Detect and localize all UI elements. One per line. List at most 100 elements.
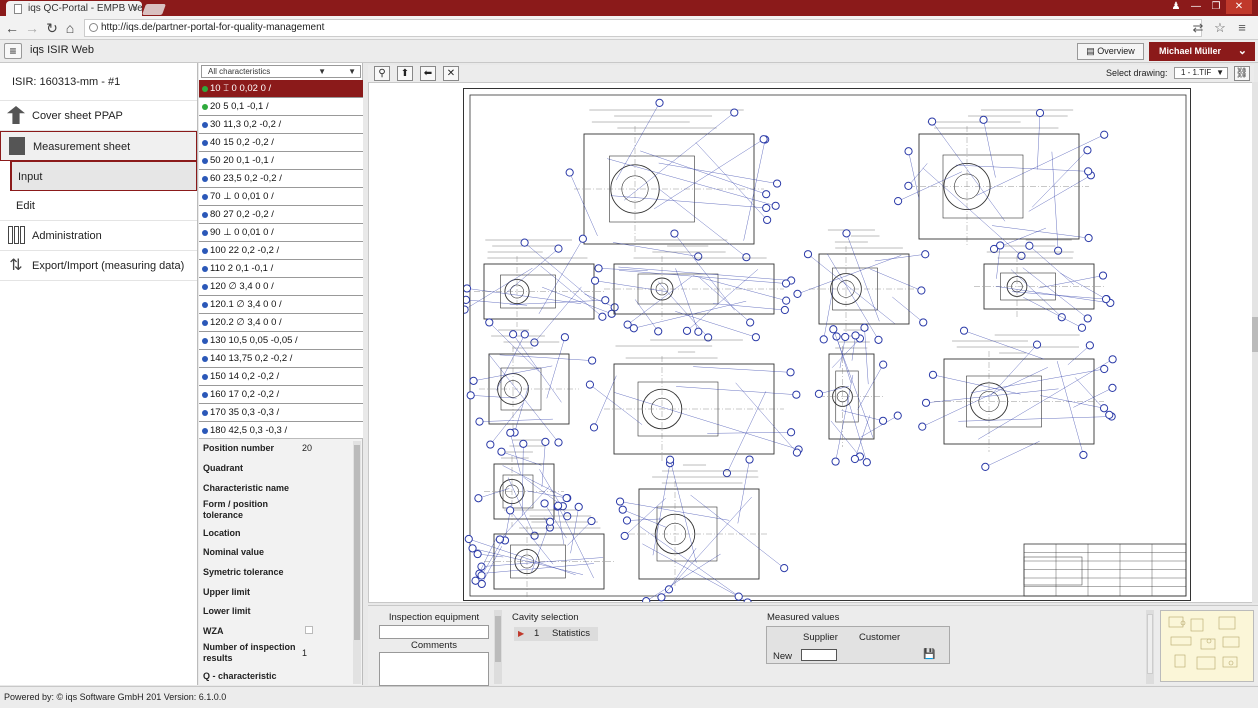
link-icon[interactable]: ⛓ xyxy=(1234,66,1250,81)
characteristic-item[interactable]: 120.1 ∅ 3,4 0 0 / xyxy=(199,296,363,314)
characteristic-item[interactable]: 130 10,5 0,05 -0,05 / xyxy=(199,332,363,350)
characteristic-item[interactable]: 40 15 0,2 -0,2 / xyxy=(199,134,363,152)
technical-drawing-sheet[interactable] xyxy=(463,88,1191,602)
bookmark-star-icon[interactable]: ☆ xyxy=(1212,20,1228,36)
cavity-number: 1 xyxy=(534,628,540,639)
user-menu-button[interactable]: Michael Müller ⌄ xyxy=(1149,42,1255,61)
characteristic-label: 120.2 ∅ 3,4 0 0 / xyxy=(210,317,282,328)
scrollbar-thumb[interactable] xyxy=(1252,317,1258,352)
arrow-left-icon[interactable]: ⬅ xyxy=(420,66,436,81)
characteristic-item[interactable]: 170 35 0,3 -0,3 / xyxy=(199,404,363,422)
translate-icon[interactable]: ⇄ xyxy=(1190,20,1206,36)
columns-icon xyxy=(6,226,26,246)
sidebar-item-measurement-sheet[interactable]: Measurement sheet xyxy=(0,131,197,161)
characteristics-panel: All characteristics ▼ ▼ 10 ⌶ 0 0,02 0 / 2… xyxy=(199,63,363,440)
characteristic-label: 90 ⊥ 0 0,01 0 / xyxy=(210,227,274,238)
characteristic-item[interactable]: 150 14 0,2 -0,2 / xyxy=(199,368,363,386)
user-icon[interactable]: ♟ xyxy=(1166,0,1186,14)
number-of-results-value: 1 xyxy=(302,648,308,658)
browser-tab-title: iqs QC-Portal - EMPB Web xyxy=(28,3,142,14)
hamburger-icon[interactable]: ≡ xyxy=(4,43,22,59)
browser-tab[interactable]: iqs QC-Portal - EMPB Web × xyxy=(6,1,142,16)
bottom-scrollbar[interactable] xyxy=(494,610,502,684)
characteristic-item[interactable]: 50 20 0,1 -0,1 / xyxy=(199,152,363,170)
forward-icon[interactable]: → xyxy=(24,20,40,36)
new-label: New xyxy=(773,651,793,662)
quadrant-label: Quadrant xyxy=(203,463,244,473)
characteristic-label: 70 ⊥ 0 0,01 0 / xyxy=(210,191,274,202)
browser-menu-icon[interactable]: ≡ xyxy=(1234,20,1250,36)
drawing-select[interactable]: 1 - 1.TIF ▼ xyxy=(1174,67,1228,79)
characteristic-item[interactable]: 60 23,5 0,2 -0,2 / xyxy=(199,170,363,188)
document-icon xyxy=(14,4,22,14)
status-dot-icon xyxy=(202,356,208,362)
close-tab-icon[interactable]: × xyxy=(132,1,138,16)
overview-button[interactable]: ▤ Overview xyxy=(1077,43,1144,60)
bottom-scrollbar-2[interactable] xyxy=(1146,610,1154,684)
filter-value: All characteristics xyxy=(208,67,271,76)
url-field[interactable]: http://iqs.de/partner-portal-for-quality… xyxy=(84,19,1202,37)
import-export-icon: ⇅ xyxy=(9,257,23,274)
characteristics-filter-select[interactable]: All characteristics ▼ ▼ xyxy=(201,65,361,78)
new-tab-button[interactable] xyxy=(141,4,167,15)
status-dot-icon xyxy=(202,302,208,308)
sidebar-item-input[interactable]: Input xyxy=(10,161,197,191)
drawing-scrollbar[interactable] xyxy=(1252,82,1258,603)
cavity-row[interactable]: ▶ 1 Statistics xyxy=(514,627,598,641)
caret-down-icon: ▼ xyxy=(318,67,326,76)
characteristic-item[interactable]: 70 ⊥ 0 0,01 0 / xyxy=(199,188,363,206)
minimize-icon[interactable]: — xyxy=(1186,0,1206,14)
characteristic-item[interactable]: 120.2 ∅ 3,4 0 0 / xyxy=(199,314,363,332)
scrollbar-thumb[interactable] xyxy=(1147,614,1153,674)
characteristic-item[interactable]: 20 5 0,1 -0,1 / xyxy=(199,98,363,116)
play-triangle-icon: ▶ xyxy=(518,629,525,638)
status-dot-icon xyxy=(202,230,208,236)
characteristic-item[interactable]: 140 13,75 0,2 -0,2 / xyxy=(199,350,363,368)
wza-checkbox[interactable] xyxy=(305,626,313,634)
characteristic-item[interactable]: 160 17 0,2 -0,2 / xyxy=(199,386,363,404)
sidebar-item-cover-sheet[interactable]: Cover sheet PPAP xyxy=(0,101,197,131)
bottom-panel: Inspection equipment Comments Cavity sel… xyxy=(368,605,1258,686)
characteristic-label: 160 17 0,2 -0,2 / xyxy=(210,389,280,400)
characteristic-label: 10 ⌶ 0 0,02 0 / xyxy=(210,83,272,94)
status-dot-icon xyxy=(202,140,208,146)
save-icon[interactable]: 💾 xyxy=(923,649,935,660)
scrollbar-thumb[interactable] xyxy=(354,445,360,640)
home-icon[interactable]: ⌂ xyxy=(62,20,78,36)
characteristic-label: 140 13,75 0,2 -0,2 / xyxy=(210,353,293,364)
new-value-input[interactable] xyxy=(801,649,837,661)
comments-label: Comments xyxy=(411,640,457,651)
characteristic-label: 120 ∅ 3,4 0 0 / xyxy=(210,281,274,292)
characteristic-item[interactable]: 10 ⌶ 0 0,02 0 / xyxy=(199,80,363,98)
zoom-icon[interactable]: ⚲ xyxy=(374,66,390,81)
back-icon[interactable]: ← xyxy=(4,20,20,36)
reload-icon[interactable]: ↻ xyxy=(44,20,60,36)
characteristic-item[interactable]: 100 22 0,2 -0,2 / xyxy=(199,242,363,260)
characteristic-label: 130 10,5 0,05 -0,05 / xyxy=(210,335,298,346)
position-number-label: Position number xyxy=(203,443,275,453)
characteristic-item[interactable]: 30 11,3 0,2 -0,2 / xyxy=(199,116,363,134)
close-icon[interactable]: ✕ xyxy=(443,66,459,81)
sidebar-item-edit[interactable]: Edit xyxy=(0,191,197,221)
cavity-selection: Cavity selection ▶ 1 Statistics xyxy=(510,608,760,684)
app-header: ≡ iqs ISIR Web ▤ Overview Michael Müller… xyxy=(0,40,1258,63)
characteristic-item[interactable]: 80 27 0,2 -0,2 / xyxy=(199,206,363,224)
drawing-viewer[interactable] xyxy=(368,82,1254,603)
characteristic-item[interactable]: 90 ⊥ 0 0,01 0 / xyxy=(199,224,363,242)
characteristic-item[interactable]: 110 2 0,1 -0,1 / xyxy=(199,260,363,278)
drawing-minimap[interactable] xyxy=(1160,610,1254,682)
comments-textarea[interactable] xyxy=(379,652,489,686)
close-window-icon[interactable]: ✕ xyxy=(1226,0,1252,14)
arrow-up-icon[interactable]: ⬆ xyxy=(397,66,413,81)
inspection-equipment-input[interactable] xyxy=(379,625,489,639)
status-dot-icon xyxy=(202,176,208,182)
status-dot-icon xyxy=(202,212,208,218)
restore-icon[interactable]: ❐ xyxy=(1206,0,1226,14)
sidebar-item-administration[interactable]: Administration xyxy=(0,221,197,251)
details-scrollbar[interactable] xyxy=(353,441,361,684)
characteristic-label: 60 23,5 0,2 -0,2 / xyxy=(210,173,282,184)
sidebar-item-label: Cover sheet PPAP xyxy=(32,110,123,122)
sidebar-item-export-import[interactable]: ⇅ Export/Import (measuring data) xyxy=(0,251,197,281)
scrollbar-thumb[interactable] xyxy=(495,616,501,662)
characteristic-item[interactable]: 120 ∅ 3,4 0 0 / xyxy=(199,278,363,296)
